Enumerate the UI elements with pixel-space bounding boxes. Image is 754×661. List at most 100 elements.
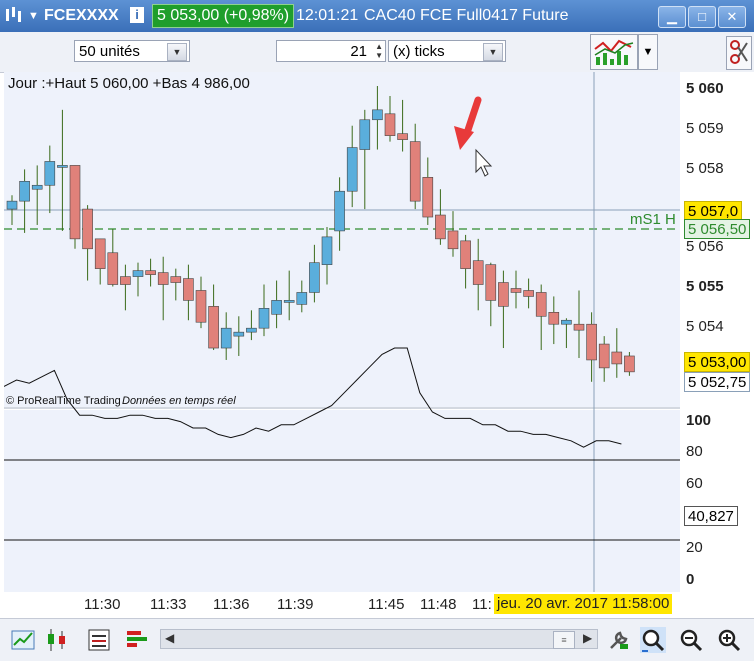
realtime-label: Données en temps réel [122,395,236,407]
horizontal-scrollbar[interactable]: ◀ ≡ ▶ [160,629,598,649]
candle-down [548,312,560,325]
minimize-button[interactable]: ▁ [658,6,686,28]
candle-up [57,165,68,168]
candle-up [283,300,295,303]
tick-mode-select[interactable]: (x) ticks ▼ [388,40,506,62]
info-icon[interactable]: i [130,7,144,23]
candle-down [422,177,434,218]
bottom-toolbar: ◀ ≡ ▶ [0,618,754,661]
y-tick: 5 055 [686,278,724,295]
indicators-button[interactable] [590,34,638,70]
chart-toolbar: 50 unités ▼ 21 ▲ ▼ (x) ticks ▼ ▼ [0,32,754,73]
scroll-right-icon[interactable]: ▶ [583,631,592,645]
candle-up [271,300,282,315]
x-tick: 11:45 [368,596,405,613]
candle-down [535,292,547,317]
ms1-label: mS1 H [630,211,676,228]
zoom-out-icon[interactable] [678,627,704,653]
candle-up [561,319,572,325]
candle-down [170,276,182,283]
y-tick: 5 060 [686,80,724,97]
time-label: 12:01:21 [296,7,359,24]
candle-up [31,184,43,190]
chevron-down-icon[interactable]: ▼ [167,43,187,61]
x-tick: 11:36 [213,596,250,613]
x-tick: 11:39 [277,596,314,613]
candle-up [321,236,333,265]
scroll-thumb[interactable]: ≡ [553,631,575,649]
window-icon[interactable] [4,5,24,32]
candle-up [246,327,257,333]
chart-type-icon[interactable] [10,627,36,653]
close-button[interactable]: ✕ [718,6,746,28]
candle-up [220,327,232,349]
last-price-tag: 5 057,0 [684,201,743,221]
x-tick: 11:48 [420,596,457,613]
scroll-left-icon[interactable]: ◀ [165,631,174,645]
candle-up [372,109,383,121]
indicator-y-tick: 60 [686,475,703,492]
price-badge: 5 053,00 (+0,98%) [152,4,295,28]
zoom-in-icon[interactable] [716,627,742,653]
candle-down [69,165,81,240]
units-select[interactable]: 50 unités ▼ [74,40,190,62]
x-tick: 11: [472,596,492,613]
candle-up [6,200,18,210]
x-tick: 11:30 [84,596,121,613]
candle-up [258,308,270,329]
candle-up [19,180,30,202]
tick-count-value: 21 [350,43,367,60]
volume-profile-icon[interactable] [124,627,150,653]
candle-down [94,238,106,269]
indicator-value-tag: 40,827 [684,506,738,526]
y-tick: 5 056 [686,238,724,255]
indicator-y-tick: 20 [686,539,703,556]
current-price-tag: 5 053,00 [684,352,751,372]
units-select-value: 50 unités [79,43,140,60]
credit-label: © ProRealTime Trading [6,395,121,407]
candle-down [485,264,497,301]
indicator-y-tick: 80 [686,443,703,460]
chevron-down-icon[interactable]: ▼ [483,43,503,61]
candle-up [346,147,358,192]
compare-icon[interactable] [86,627,112,653]
maximize-button[interactable]: □ [688,6,716,28]
indicators-dropdown[interactable]: ▼ [638,34,658,70]
side-tool-button[interactable] [726,36,752,70]
zoom-fit-icon[interactable] [640,627,666,653]
title-bar: ▼ FCEXXXX i 5 053,00 (+0,98%) 12:01:21 C… [0,0,754,32]
candle-up [359,119,371,150]
candle-down [586,323,597,361]
candle-down [145,270,156,275]
candle-down [460,240,471,269]
indicators-icon [594,39,634,65]
candle-up [44,161,56,186]
wrench-icon[interactable] [606,627,632,653]
cursor-date-tag: jeu. 20 avr. 2017 11:58:00 [494,594,673,614]
ms1-value-tag: 5 056,50 [684,219,751,239]
candle-down [183,278,194,301]
candle-up [132,270,144,277]
candle-down [107,252,119,285]
candle-down [157,272,169,285]
candle-down [498,282,509,307]
dropdown-icon[interactable]: ▼ [28,5,39,27]
tick-mode-value: (x) ticks [393,43,445,60]
spinner-icon[interactable]: ▲ ▼ [375,42,383,60]
candle-down [384,113,396,136]
y-tick: 5 059 [686,120,724,137]
y-tick: 5 058 [686,160,724,177]
candle-down [510,288,522,293]
candle-down [435,214,446,240]
cursor-price-tag: 5 052,75 [684,372,751,392]
scissors-icon [730,40,748,64]
tick-count-input[interactable]: 21 ▲ ▼ [276,40,386,62]
candle-down [120,276,131,285]
candlestick-style-icon[interactable] [44,627,70,653]
x-tick: 11:33 [150,596,187,613]
indicator-y-tick: 0 [686,571,695,588]
candle-up [309,262,320,293]
candle-up [233,331,245,337]
candle-down [409,141,421,202]
chart-canvas[interactable]: Jour :+Haut 5 060,00 +Bas 4 986,00 © Pro… [4,72,680,592]
